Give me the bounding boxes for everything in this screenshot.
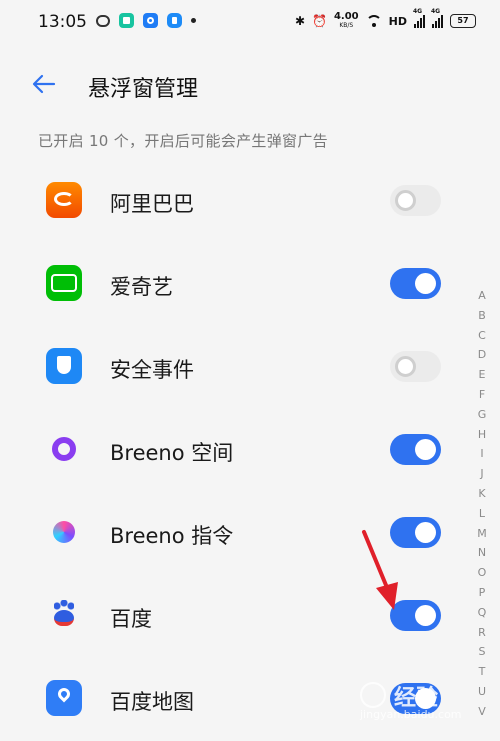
index-letter[interactable]: O [478,563,487,583]
index-letter[interactable]: B [478,306,486,326]
list-item-security-events[interactable]: 安全事件 [0,326,470,409]
app-name: Breeno 空间 [110,441,234,465]
iqiyi-icon [46,265,82,301]
app-name: Breeno 指令 [110,524,234,548]
annotation-arrow-icon [362,530,398,610]
index-letter[interactable]: S [479,642,486,662]
bluetooth-icon: ✱ [294,14,306,28]
list-item-iqiyi[interactable]: 爱奇艺 [0,243,470,326]
green-app-notification-icon [119,13,134,28]
back-button[interactable] [30,70,64,100]
index-letter[interactable]: F [479,385,485,405]
hd-indicator: HD [388,14,407,28]
index-letter[interactable]: R [478,623,486,643]
index-letter[interactable]: P [479,583,486,603]
index-letter[interactable]: L [479,504,485,524]
more-notifications-dot-icon [191,18,196,23]
index-letter[interactable]: G [478,405,487,425]
wifi-icon [365,15,382,27]
index-letter[interactable]: N [478,543,486,563]
toggle-security-events[interactable] [390,351,441,382]
alarm-icon: ⏰ [312,14,327,28]
baidu-jingyan-watermark: 经验 jingyan.baidu.com [352,678,497,726]
network-speed-unit: KB/S [339,22,354,29]
toggle-breeno-space[interactable] [390,434,441,465]
toggle-iqiyi[interactable] [390,268,441,299]
baidu-map-icon [46,680,82,716]
index-letter[interactable]: H [478,425,486,445]
list-item-alibaba[interactable]: 阿里巴巴 [0,160,470,243]
network-speed: 4.00 KB/S [334,12,359,30]
status-bar: 13:05 ✱ ⏰ 4.00 KB/S HD 4G 4G 57 [0,0,500,44]
app-name: 爱奇艺 [110,275,173,299]
index-letter[interactable]: I [480,444,483,464]
list-item-breeno-space[interactable]: Breeno 空间 [0,409,470,492]
index-letter[interactable]: D [478,345,486,365]
watermark-url: jingyan.baidu.com [360,708,462,721]
signal-icon-1: 4G [413,8,425,28]
index-letter[interactable]: C [478,326,486,346]
alphabet-index[interactable]: A B C D E F G H I J K L M N O P Q R S T … [472,286,492,722]
app-name: 安全事件 [110,358,194,382]
chat-bubble-icon [96,14,110,27]
network-speed-value: 4.00 [333,11,359,22]
index-letter[interactable]: K [478,484,485,504]
notification-icons [96,13,196,28]
battery-icon: 57 [450,14,476,28]
page-title: 悬浮窗管理 [88,77,199,102]
enabled-count-note: 已开启 10 个，开启后可能会产生弹窗广告 [38,132,328,150]
index-letter[interactable]: M [477,524,487,544]
index-letter[interactable]: E [479,365,486,385]
security-events-icon [46,348,82,384]
toggle-alibaba[interactable] [390,185,441,216]
signal-1-label: 4G [413,8,423,15]
index-letter[interactable]: J [480,464,483,484]
app-name: 阿里巴巴 [110,192,194,216]
alibaba-icon [46,182,82,218]
blue-app-notification-icon [143,13,158,28]
index-letter[interactable]: A [478,286,486,306]
app-name: 百度 [110,607,152,631]
page-header: 悬浮窗管理 [0,60,500,110]
app-name: 百度地图 [110,690,194,714]
signal-2-label: 4G [431,8,441,15]
paw-logo-icon [360,682,386,708]
breeno-command-icon [46,514,82,550]
index-letter[interactable]: Q [478,603,487,623]
shield-notification-icon [167,13,182,28]
back-arrow-icon [32,74,56,94]
status-time: 13:05 [38,12,87,32]
baidu-icon [46,597,82,633]
breeno-space-icon [46,431,82,467]
signal-icon-2: 4G [431,8,443,28]
status-icons: ✱ ⏰ 4.00 KB/S HD 4G 4G 57 [294,8,476,30]
